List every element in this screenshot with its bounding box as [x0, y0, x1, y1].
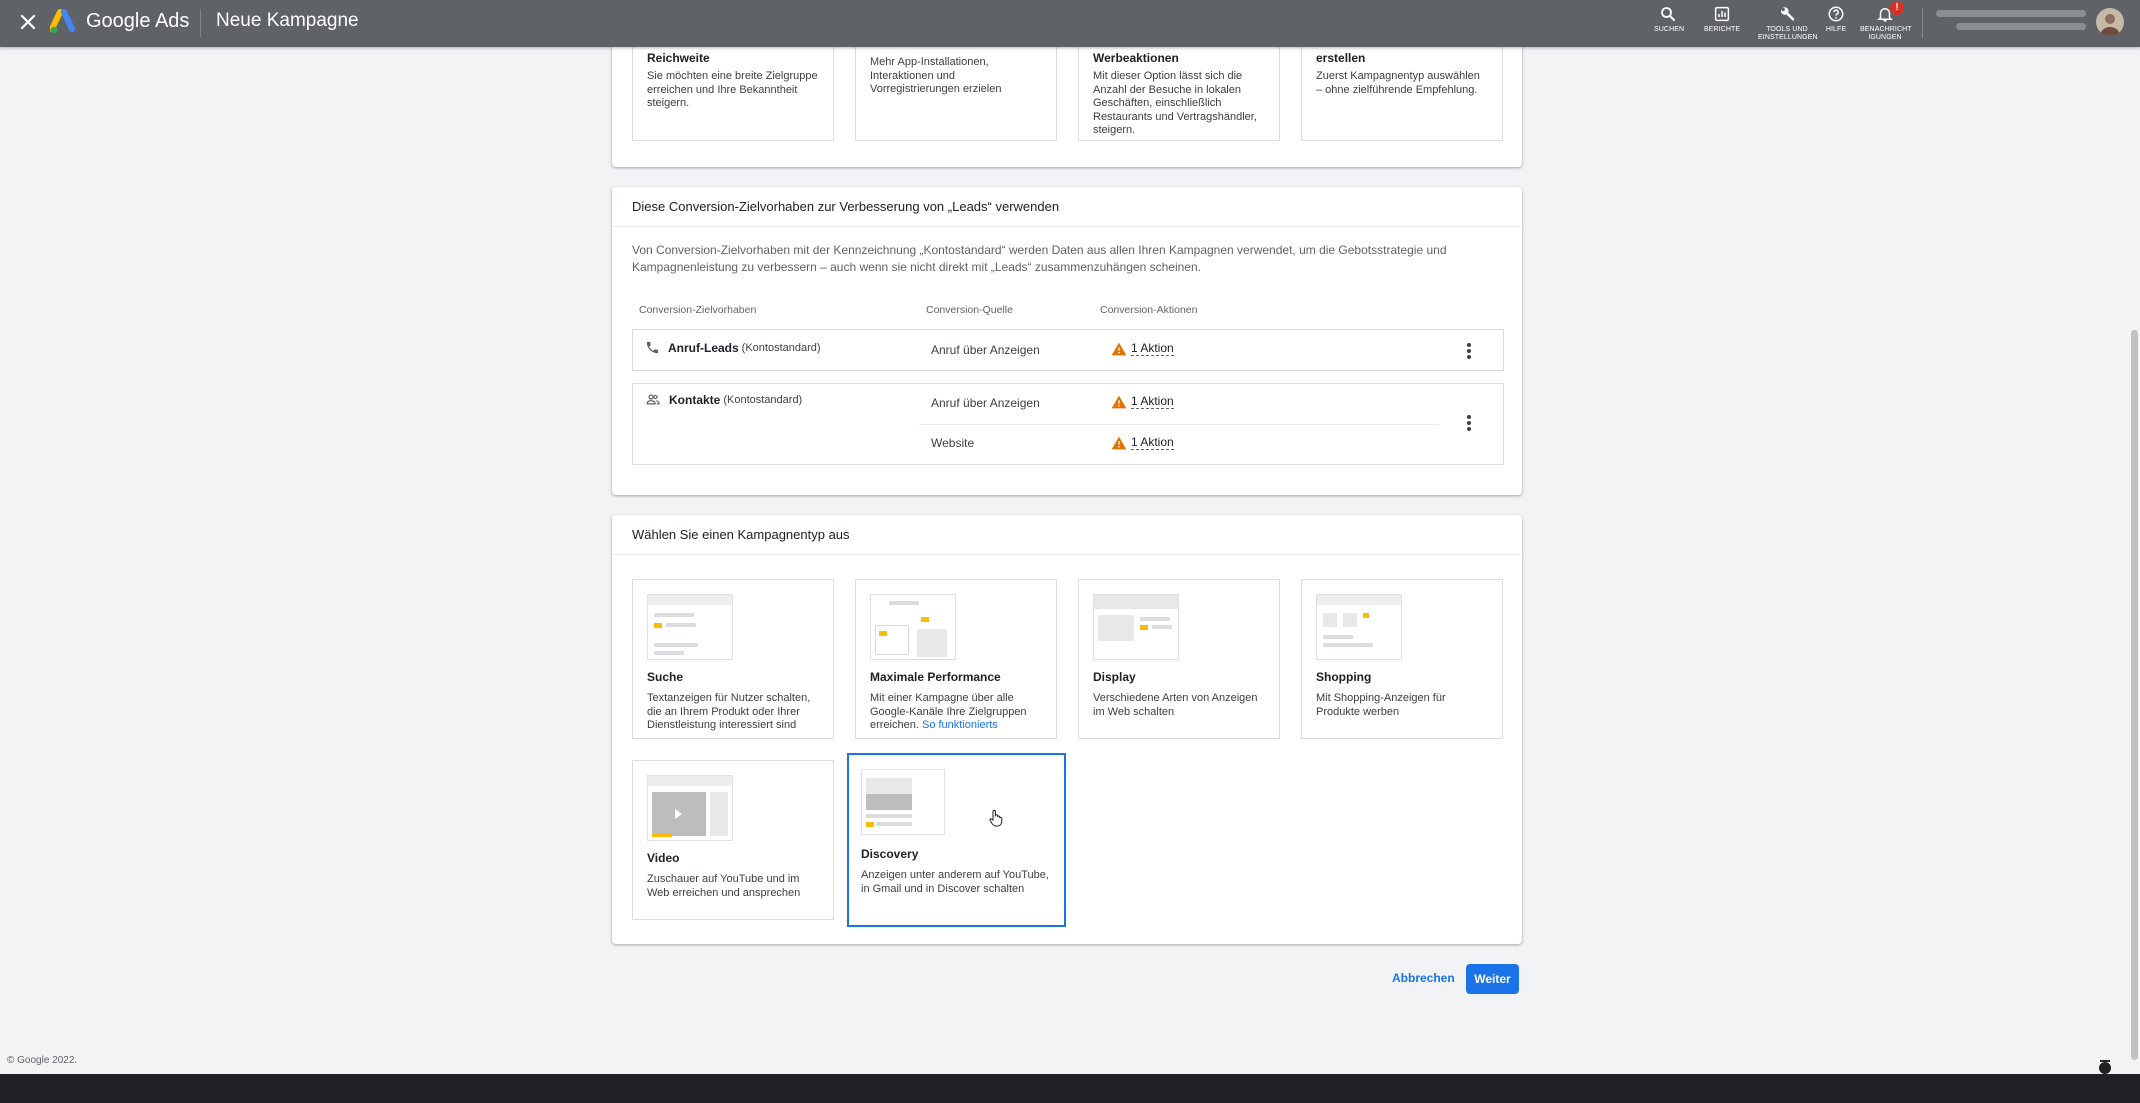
goal-title: erstellen: [1316, 51, 1366, 65]
campaign-type-discovery[interactable]: Discovery Anzeigen unter anderem auf You…: [847, 753, 1066, 927]
campaign-type-name: Suche: [647, 670, 684, 684]
goal-tile-local[interactable]: Werbeaktionen Mit dieser Option lässt si…: [1078, 47, 1280, 141]
next-button[interactable]: Weiter: [1466, 964, 1519, 994]
campaign-type-shopping[interactable]: Shopping Mit Shopping-Anzeigen für Produ…: [1301, 579, 1503, 739]
campaign-type-description: Zuschauer auf YouTube und im Web erreich…: [647, 873, 801, 899]
column-header-source: Conversion-Quelle: [926, 304, 1013, 316]
goal-description: Zuerst Kampagnentyp auswählen – ohne zie…: [1316, 70, 1480, 96]
wrench-icon: [1781, 7, 1795, 21]
bottom-bar: [0, 1074, 2140, 1103]
table-row: Kontakte (Kontostandard) Anruf über Anze…: [632, 383, 1504, 465]
help-button[interactable]: HILFE: [1824, 5, 1848, 34]
search-tool-label: SUCHEN: [1654, 26, 1685, 33]
help-label: HILFE: [1825, 26, 1847, 33]
help-icon: [1828, 6, 1844, 22]
goal-title: Reichweite: [647, 51, 710, 65]
goal-title: Werbeaktionen: [1093, 51, 1179, 65]
account-info-redacted[interactable]: [1936, 10, 2086, 36]
avatar[interactable]: [2096, 8, 2124, 36]
table-row: Anruf-Leads (Kontostandard) Anruf über A…: [632, 329, 1504, 371]
tools-settings-label: TOOLS UND EINSTELLUNGEN: [1758, 26, 1818, 41]
warning-icon: [1111, 436, 1127, 449]
help-feedback-icon[interactable]: [2096, 1056, 2114, 1076]
how-it-works-link[interactable]: So funktionierts: [922, 719, 998, 731]
warning-icon: [1111, 342, 1127, 355]
goal-description: Mehr App-Installationen, Interaktionen u…: [870, 56, 1002, 95]
conversion-source: Anruf über Anzeigen: [931, 396, 1040, 410]
hand-cursor-icon: [989, 809, 1003, 827]
campaign-type-name: Maximale Performance: [870, 670, 1001, 684]
goal-default-tag: (Kontostandard): [741, 341, 821, 354]
close-icon[interactable]: [16, 10, 40, 34]
footer-copyright: © Google 2022.: [7, 1055, 78, 1066]
goal-tile-reach[interactable]: Reichweite Sie möchten eine breite Zielg…: [632, 47, 834, 141]
conversion-card-title: Diese Conversion-Zielvorhaben zur Verbes…: [612, 187, 1522, 227]
top-app-bar: Google Ads Neue Kampagne SUCHEN BERICHTE…: [0, 0, 2140, 47]
search-tool-button[interactable]: SUCHEN: [1654, 5, 1685, 34]
row-divider: [919, 424, 1439, 425]
discovery-illustration-icon: [861, 769, 945, 835]
topbar-divider: [1922, 8, 1923, 38]
shopping-illustration-icon: [1316, 594, 1402, 660]
goal-description: Sie möchten eine breite Zielgruppe errei…: [647, 70, 818, 109]
display-illustration-icon: [1093, 594, 1179, 660]
conversion-actions: 1 Aktion: [1111, 435, 1174, 450]
app-name: Google Ads: [86, 10, 190, 32]
campaign-type-performance-max[interactable]: Maximale Performance Mit einer Kampagne …: [855, 579, 1057, 739]
more-options-icon[interactable]: [1467, 415, 1471, 433]
campaign-type-name: Video: [647, 851, 680, 865]
column-header-goals: Conversion-Zielvorhaben: [639, 304, 757, 316]
tools-settings-button[interactable]: TOOLS UND EINSTELLUNGEN: [1758, 5, 1818, 42]
campaign-type-name: Discovery: [861, 847, 919, 861]
conversion-source: Anruf über Anzeigen: [931, 343, 1040, 357]
goal-name: Kontakte (Kontostandard): [645, 392, 802, 407]
people-icon: [646, 394, 660, 405]
notifications-label: BENACHRICHT IGUNGEN: [1860, 26, 1912, 41]
cancel-button[interactable]: Abbrechen: [1384, 963, 1463, 993]
goal-tile-app[interactable]: Mehr App-Installationen, Interaktionen u…: [855, 47, 1057, 141]
actions-link[interactable]: 1 Aktion: [1131, 341, 1174, 356]
campaign-type-description: Verschiedene Arten von Anzeigen im Web s…: [1093, 692, 1258, 718]
campaign-type-description: Textanzeigen für Nutzer schalten, die an…: [647, 692, 811, 731]
page-title: Neue Kampagne: [216, 10, 359, 31]
goal-default-tag: (Kontostandard): [723, 393, 803, 406]
campaign-type-name: Display: [1093, 670, 1136, 684]
topbar-separator: [200, 9, 201, 37]
campaign-type-card: Wählen Sie einen Kampagnentyp aus Suche …: [612, 515, 1522, 944]
performance-max-illustration-icon: [870, 594, 956, 660]
column-header-actions: Conversion-Aktionen: [1100, 304, 1198, 316]
notification-badge: !: [1890, 1, 1904, 15]
conversion-actions: 1 Aktion: [1111, 341, 1174, 356]
campaign-type-description: Mit einer Kampagne über alle Google-Kanä…: [870, 692, 1046, 733]
campaign-type-video[interactable]: Video Zuschauer auf YouTube und im Web e…: [632, 760, 834, 920]
phone-icon: [646, 341, 659, 354]
goal-name: Anruf-Leads (Kontostandard): [645, 340, 821, 355]
search-illustration-icon: [647, 594, 733, 660]
reports-tool-label: BERICHTE: [1704, 26, 1741, 33]
conversion-goals-card: Diese Conversion-Zielvorhaben zur Verbes…: [612, 187, 1522, 495]
campaign-type-display[interactable]: Display Verschiedene Arten von Anzeigen …: [1078, 579, 1280, 739]
reports-tool-button[interactable]: BERICHTE: [1704, 5, 1740, 34]
conversion-actions: 1 Aktion: [1111, 394, 1174, 409]
conversion-source: Website: [931, 436, 975, 450]
reports-icon: [1714, 6, 1730, 22]
campaign-type-search[interactable]: Suche Textanzeigen für Nutzer schalten, …: [632, 579, 834, 739]
search-icon: [1661, 7, 1675, 21]
scrollbar-thumb[interactable]: [2131, 330, 2138, 1060]
goal-tile-no-goal[interactable]: erstellen Zuerst Kampagnentyp auswählen …: [1301, 47, 1503, 141]
actions-link[interactable]: 1 Aktion: [1131, 435, 1174, 450]
campaign-type-title: Wählen Sie einen Kampagnentyp aus: [612, 515, 1522, 555]
campaign-type-description: Anzeigen unter anderem auf YouTube, in G…: [861, 869, 1049, 895]
warning-icon: [1111, 395, 1127, 408]
more-options-icon[interactable]: [1467, 343, 1471, 361]
campaign-type-name: Shopping: [1316, 670, 1372, 684]
video-illustration-icon: [647, 775, 733, 841]
conversion-description: Von Conversion-Zielvorhaben mit der Kenn…: [632, 243, 1447, 274]
actions-link[interactable]: 1 Aktion: [1131, 394, 1174, 409]
goal-name-text: Kontakte: [669, 392, 721, 407]
goal-description: Mit dieser Option lässt sich die Anzahl …: [1093, 70, 1257, 136]
google-ads-logo: [50, 9, 75, 34]
campaign-type-description: Mit Shopping-Anzeigen für Produkte werbe…: [1316, 692, 1446, 718]
goal-name-text: Anruf-Leads: [668, 340, 739, 355]
